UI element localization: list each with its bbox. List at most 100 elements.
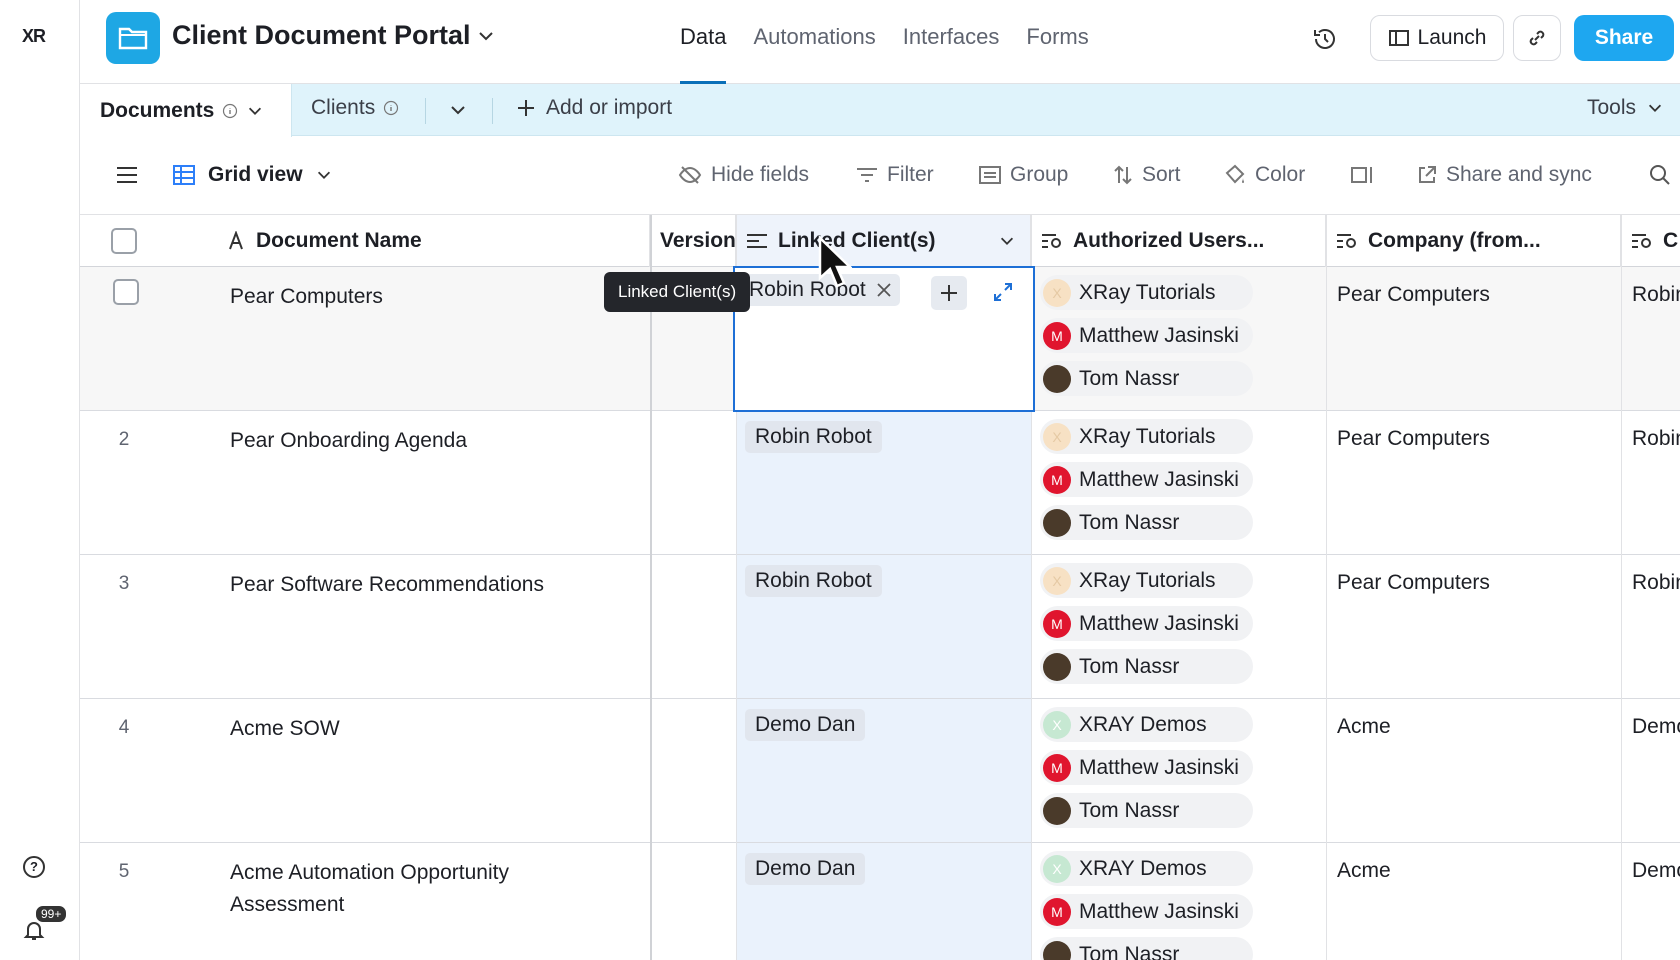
color-button[interactable]: Color <box>1224 163 1305 187</box>
search-icon[interactable] <box>1648 163 1672 187</box>
column-divider <box>650 215 652 960</box>
sort-button[interactable]: Sort <box>1113 163 1181 187</box>
workspace-logo[interactable]: XR <box>22 26 46 47</box>
linked-client-chip[interactable]: Demo Dan <box>745 853 866 885</box>
chevron-down-icon[interactable] <box>246 102 264 120</box>
filter-button[interactable]: Filter <box>856 163 934 187</box>
select-all-cell <box>80 215 168 267</box>
close-icon[interactable] <box>876 282 892 298</box>
avatar: X <box>1043 278 1071 307</box>
hide-fields-button[interactable]: Hide fields <box>678 163 809 187</box>
row-height-icon[interactable] <box>1350 165 1374 185</box>
next-column-cell[interactable]: Robin <box>1632 427 1680 451</box>
filter-icon <box>857 168 877 182</box>
authorized-users-cell[interactable]: X XRay Tutorials M Matthew Jasinski Tom Na… <box>1040 419 1253 540</box>
authorized-users-cell[interactable]: X XRay Tutorials M Matthew Jasinski Tom Na… <box>1040 563 1253 684</box>
select-all-checkbox[interactable] <box>111 228 137 254</box>
next-column-cell[interactable]: Demo <box>1632 715 1680 739</box>
company-cell[interactable]: Pear Computers <box>1337 427 1490 451</box>
base-icon[interactable] <box>106 12 160 64</box>
company-cell[interactable]: Pear Computers <box>1337 571 1490 595</box>
base-title[interactable]: Client Document Portal <box>172 20 471 51</box>
company-cell[interactable]: Acme <box>1337 859 1391 883</box>
launch-label: Launch <box>1417 26 1487 49</box>
column-header-authorized-users[interactable]: Authorized Users... <box>1031 215 1326 267</box>
add-or-import-label: Add or import <box>546 96 673 119</box>
add-or-import-button[interactable]: Add or import <box>516 96 672 120</box>
expand-icon[interactable] <box>993 282 1013 302</box>
row-checkbox[interactable] <box>113 279 139 305</box>
group-icon <box>979 166 1001 184</box>
active-linked-cell[interactable]: Robin Robot <box>733 266 1035 412</box>
document-name-cell[interactable]: Acme Automation Opportunity Assessment <box>230 857 620 921</box>
user-chip: X XRAY Demos <box>1040 707 1253 742</box>
tab-automations[interactable]: Automations <box>753 24 875 50</box>
tools-menu[interactable]: Tools <box>1587 96 1664 120</box>
table-row[interactable]: 4 Acme SOW Demo Dan X XRAY Demos M Matthew… <box>80 699 1680 843</box>
help-icon[interactable]: ? <box>23 856 45 878</box>
avatar <box>1043 364 1071 393</box>
column-divider <box>1326 215 1327 960</box>
column-header-version[interactable]: Version <box>650 215 736 267</box>
user-name: XRAY Demos <box>1079 856 1207 880</box>
column-title: Company (from... <box>1368 229 1541 252</box>
column-title: C <box>1663 229 1679 252</box>
user-chip: M Matthew Jasinski <box>1040 318 1253 353</box>
chevron-down-icon[interactable] <box>448 100 468 120</box>
user-name: Tom Nassr <box>1079 654 1180 678</box>
launch-button[interactable]: Launch <box>1370 15 1504 61</box>
row-number: 2 <box>118 429 130 450</box>
authorized-users-cell[interactable]: X XRAY Demos M Matthew Jasinski Tom Nassr <box>1040 707 1253 828</box>
next-column-cell[interactable]: Robin <box>1632 283 1680 307</box>
authorized-users-cell[interactable]: X XRAY Demos M Matthew Jasinski Tom Nassr <box>1040 851 1253 960</box>
company-cell[interactable]: Acme <box>1337 715 1391 739</box>
mouse-cursor-icon <box>818 236 852 288</box>
linked-client-chip[interactable]: Robin Robot <box>745 421 882 453</box>
linked-client-chip[interactable]: Demo Dan <box>745 709 866 741</box>
view-switcher[interactable]: Grid view <box>172 163 333 187</box>
hamburger-icon[interactable] <box>116 165 138 185</box>
avatar: M <box>1043 897 1071 926</box>
text-field-icon <box>229 231 243 250</box>
table-tab-clients[interactable]: Clients <box>311 96 399 120</box>
user-chip: Tom Nassr <box>1040 937 1253 960</box>
document-name-cell[interactable]: Pear Software Recommendations <box>230 569 650 601</box>
table-tab-documents[interactable]: Documents <box>80 84 292 137</box>
column-header-linked-clients[interactable]: Linked Client(s) <box>736 215 1031 267</box>
company-cell[interactable]: Pear Computers <box>1337 283 1490 307</box>
table-row[interactable]: 5 Acme Automation Opportunity Assessment… <box>80 843 1680 960</box>
hide-fields-label: Hide fields <box>711 163 810 186</box>
next-column-cell[interactable]: Robin <box>1632 571 1680 595</box>
document-name-cell[interactable]: Acme SOW <box>230 713 650 745</box>
document-name-cell[interactable]: Pear Computers <box>230 281 650 313</box>
user-name: Tom Nassr <box>1079 942 1180 960</box>
row-number: 3 <box>118 573 130 594</box>
tab-forms[interactable]: Forms <box>1026 24 1088 50</box>
divider <box>425 98 426 124</box>
column-header-document-name[interactable]: Document Name <box>216 215 650 267</box>
chevron-down-icon[interactable] <box>476 26 496 46</box>
user-chip: X XRAY Demos <box>1040 851 1253 886</box>
share-and-sync-button[interactable]: Share and sync <box>1417 163 1592 187</box>
tab-data[interactable]: Data <box>680 24 727 84</box>
linked-client-chip[interactable]: Robin Robot <box>745 565 882 597</box>
table-row[interactable]: 2 Pear Onboarding Agenda Robin Robot X XR… <box>80 411 1680 555</box>
chevron-down-icon[interactable] <box>998 232 1016 250</box>
tab-interfaces[interactable]: Interfaces <box>903 24 1000 50</box>
document-name-cell[interactable]: Pear Onboarding Agenda <box>230 425 650 457</box>
column-header-next[interactable]: C <box>1621 215 1680 267</box>
group-button[interactable]: Group <box>979 163 1068 187</box>
copy-link-button[interactable] <box>1513 15 1561 61</box>
avatar: X <box>1043 854 1071 883</box>
next-column-cell[interactable]: Demo <box>1632 859 1680 883</box>
table-row[interactable]: 3 Pear Software Recommendations Robin Ro… <box>80 555 1680 699</box>
authorized-users-cell[interactable]: X XRay Tutorials M Matthew Jasinski Tom Na… <box>1040 275 1253 396</box>
folder-icon <box>118 27 148 50</box>
grid-header: Document Name Version Linked Client(s) A… <box>80 215 1680 267</box>
user-name: Tom Nassr <box>1079 366 1180 390</box>
share-button[interactable]: Share <box>1574 15 1674 61</box>
column-title: Authorized Users... <box>1073 229 1265 252</box>
history-icon[interactable] <box>1312 26 1338 52</box>
column-header-company[interactable]: Company (from... <box>1326 215 1621 267</box>
add-linked-record-button[interactable] <box>931 276 967 310</box>
